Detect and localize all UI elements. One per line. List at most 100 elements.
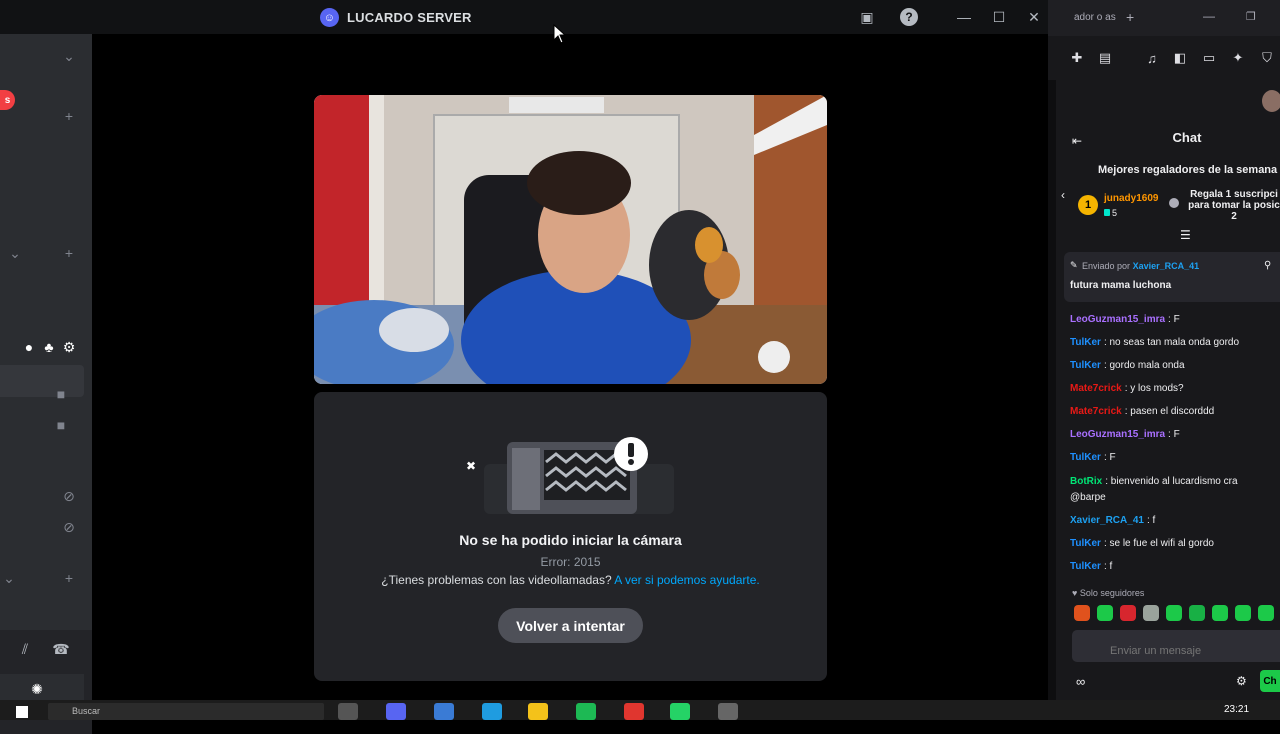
server-title: ☺ LUCARDO SERVER (320, 8, 472, 27)
add-channel-icon[interactable]: + (60, 244, 78, 262)
emote-icon[interactable] (1212, 605, 1228, 621)
app-icon[interactable] (718, 703, 738, 720)
signal-icon[interactable]: ⫽ (16, 640, 34, 658)
add-channel-icon[interactable]: + (60, 569, 78, 587)
gift-cta[interactable]: Regala 1 suscripci para tomar la posic 2 (1188, 189, 1280, 222)
emote-icon[interactable] (1097, 605, 1113, 621)
invite-icon[interactable]: ♣ (40, 338, 58, 356)
webcam-feed-image (314, 95, 827, 384)
gifter-count: 5 (1112, 208, 1118, 218)
gifter-name[interactable]: junady1609 (1104, 193, 1158, 204)
emote-icon[interactable] (1189, 605, 1205, 621)
app-icon[interactable] (434, 703, 454, 720)
restore-icon[interactable]: ❐ (1246, 10, 1256, 23)
gift-icon (1104, 209, 1110, 216)
chat-username[interactable]: BotRix (1070, 476, 1102, 487)
minimize-icon[interactable]: — (1203, 9, 1215, 23)
gear-icon[interactable]: ⚙ (60, 338, 78, 356)
close-icon[interactable]: ✕ (1025, 8, 1043, 26)
screen-share-icon[interactable]: ▣ (858, 8, 876, 26)
avatar[interactable] (1262, 90, 1280, 112)
broken-camera-icon: ✖ (466, 437, 674, 514)
muted-mic-icon: ⊘ (63, 487, 75, 504)
chat-username[interactable]: TulKer (1070, 452, 1101, 463)
windows-start-icon[interactable] (16, 706, 28, 718)
chat-username[interactable]: TulKer (1070, 538, 1101, 549)
chevron-down-icon[interactable]: ⌄ (6, 244, 24, 262)
pin-icon: ✎ (1070, 260, 1078, 270)
gift-cta-line: Regala 1 suscripci (1190, 189, 1278, 200)
add-channel-icon[interactable]: + (60, 107, 78, 125)
chat-username[interactable]: LeoGuzman15_imra (1070, 314, 1165, 325)
edge-icon[interactable] (482, 703, 502, 720)
gear-icon[interactable]: ⚙ (1236, 674, 1247, 688)
info-icon[interactable] (1169, 198, 1179, 208)
active-voice-channel[interactable] (0, 365, 84, 397)
chat-username[interactable]: Mate7crick (1070, 406, 1122, 417)
pinned-by-user[interactable]: Xavier_RCA_41 (1133, 261, 1200, 271)
window-titlebar: ☺ LUCARDO SERVER ▣ ? — ☐ ✕ (0, 0, 1048, 34)
chat-input[interactable] (1072, 630, 1280, 662)
chevron-down-icon[interactable]: ⌄ (0, 569, 18, 587)
chat-username[interactable]: LeoGuzman15_imra (1070, 429, 1165, 440)
chat-message-text: : gordo mala onda (1103, 360, 1185, 371)
reader-icon[interactable]: ▤ (1096, 49, 1114, 67)
followers-only-text: Solo seguidores (1079, 588, 1145, 598)
heart-icon: ♥ (1072, 588, 1080, 598)
chat-message-text: @barpe (1070, 492, 1106, 503)
chat-message-text: : no seas tan mala onda gordo (1103, 337, 1240, 348)
chat-username[interactable]: Xavier_RCA_41 (1070, 515, 1144, 526)
chat-username[interactable]: TulKer (1070, 360, 1101, 371)
chat-username[interactable]: TulKer (1070, 561, 1101, 572)
pinned-message-text: futura mama luchona (1070, 280, 1172, 291)
music-icon[interactable]: ♫ (1143, 49, 1161, 67)
emote-icon[interactable] (1143, 605, 1159, 621)
app-icon[interactable] (624, 703, 644, 720)
shield-icon[interactable]: ⛉ (1258, 49, 1276, 67)
pin-icon[interactable]: ⚲ (1264, 260, 1271, 271)
retry-button[interactable]: Volver a intentar (498, 608, 643, 643)
activities-icon[interactable]: ✺ (28, 680, 46, 698)
chat-username[interactable]: Mate7crick (1070, 383, 1122, 394)
discord-app-icon[interactable] (386, 703, 406, 720)
emote-icon[interactable] (1074, 605, 1090, 621)
help-link[interactable]: A ver si podemos ayudarte. (614, 573, 759, 587)
chat-message-text: : se le fue el wifi al gordo (1103, 538, 1214, 549)
emote-icon[interactable] (1235, 605, 1251, 621)
file-explorer-icon[interactable] (528, 703, 548, 720)
chat-icon[interactable]: ● (20, 338, 38, 356)
spotify-icon[interactable] (576, 703, 596, 720)
chat-message: Mate7crick: pasen el discorddd (1070, 406, 1214, 417)
channel-points-icon[interactable]: ∞ (1076, 674, 1085, 689)
help-icon[interactable]: ? (900, 8, 918, 26)
disconnect-icon[interactable]: ☎ (52, 640, 70, 658)
participant-video[interactable] (314, 95, 827, 384)
browser-window: ador o as + — ❐ ✚ ▤ ♫ ◧ ▭ ✦ ⛉ ⇤ Chat Mej… (1048, 0, 1280, 700)
browser-tab-bar: ador o as + — ❐ (1048, 0, 1280, 36)
taskbar-clock[interactable]: 23:21 (1224, 704, 1249, 715)
chat-message: @barpe (1070, 492, 1106, 503)
emote-icon[interactable] (1166, 605, 1182, 621)
chat-message: TulKer: f (1070, 561, 1112, 572)
emote-icon[interactable] (1258, 605, 1274, 621)
chat-message: LeoGuzman15_imra: F (1070, 314, 1180, 325)
task-view-icon[interactable] (338, 703, 358, 720)
maximize-icon[interactable]: ☐ (990, 8, 1008, 26)
new-tab-icon[interactable]: + (1126, 9, 1134, 25)
whatsapp-icon[interactable] (670, 703, 690, 720)
chevron-down-icon[interactable]: ⌄ (60, 47, 78, 65)
minimize-icon[interactable]: — (955, 8, 973, 26)
sidebar-icon[interactable]: ◧ (1171, 49, 1189, 67)
expand-icon[interactable]: ☰ (1180, 228, 1191, 242)
wallet-icon[interactable]: ▭ (1200, 49, 1218, 67)
extensions-icon[interactable]: ✚ (1068, 49, 1086, 67)
chat-send-button[interactable]: Ch (1260, 670, 1280, 692)
browser-tab-title[interactable]: ador o as (1074, 12, 1116, 23)
emote-icon[interactable] (1120, 605, 1136, 621)
chevron-left-icon[interactable]: ‹ (1061, 188, 1065, 202)
sparkle-icon[interactable]: ✦ (1229, 49, 1247, 67)
chat-message-text: : f (1146, 515, 1156, 526)
pinned-message[interactable]: ✎ Enviado por Xavier_RCA_41 ⚲ futura mam… (1064, 252, 1280, 302)
chat-username[interactable]: TulKer (1070, 337, 1101, 348)
taskbar-search[interactable]: Buscar (48, 703, 324, 720)
